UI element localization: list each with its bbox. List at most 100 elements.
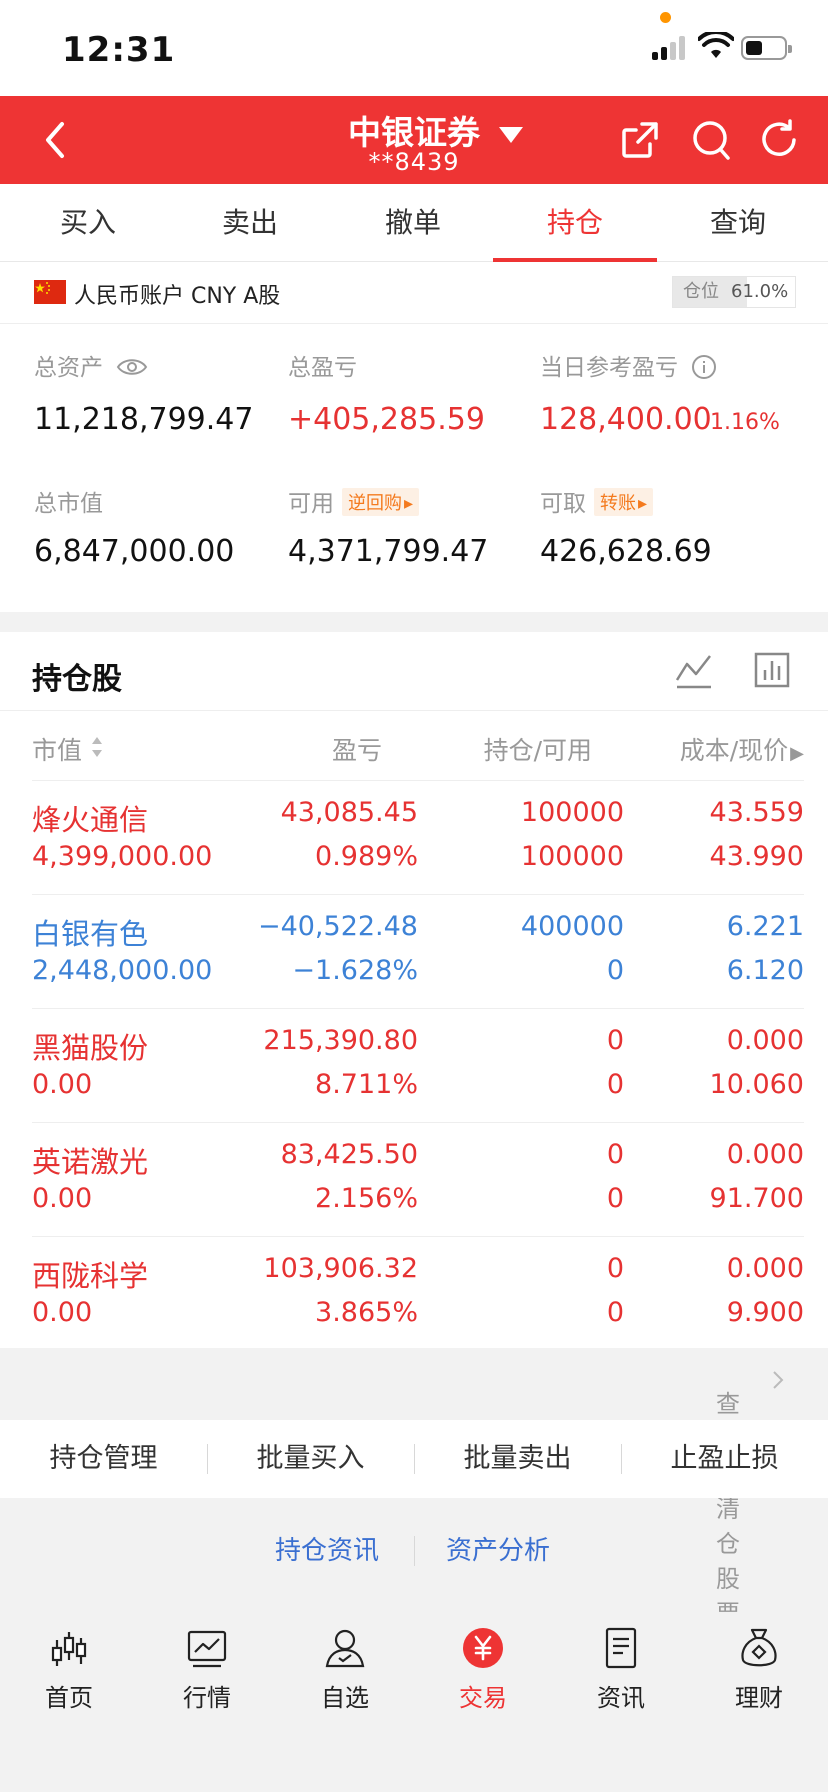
account-row[interactable]: 人民币账户 CNY A股 仓位 61.0% xyxy=(0,262,828,324)
stock-cost: 0.000 xyxy=(726,1025,804,1056)
position-actions: 持仓管理 批量买入 批量卖出 止盈止损 xyxy=(0,1420,828,1498)
table-row[interactable]: 西陇科学 0.00 103,906.32 3.865% 0 0 0.000 9.900 xyxy=(32,1236,804,1350)
share-icon[interactable] xyxy=(620,120,660,160)
stock-position: 100000 xyxy=(520,797,624,828)
tab-buy[interactable]: 买入 xyxy=(6,184,170,262)
chevron-right-icon: ▶ xyxy=(790,743,804,764)
stock-market-value: 0.00 xyxy=(32,1183,93,1214)
chevron-right-icon xyxy=(773,1371,784,1389)
tab-positions[interactable]: 持仓 xyxy=(493,184,657,262)
stock-pnl: 215,390.80 xyxy=(263,1025,418,1056)
stock-pnl: 43,085.45 xyxy=(280,797,418,828)
stock-available: 100000 xyxy=(520,841,624,872)
position-ratio-badge: 仓位 61.0% xyxy=(672,276,796,308)
available-label: 可用 逆回购 xyxy=(288,484,420,518)
stock-market-value: 0.00 xyxy=(32,1297,93,1328)
china-flag-icon xyxy=(34,280,66,304)
stock-price: 6.120 xyxy=(726,955,804,986)
account-number[interactable]: **8439 xyxy=(330,148,498,176)
stock-cost: 0.000 xyxy=(726,1253,804,1284)
total-pnl-label: 总盈亏 xyxy=(288,355,357,381)
nav-wealth[interactable]: 理财 xyxy=(690,1626,828,1726)
available-value: 4,371,799.47 xyxy=(288,534,489,569)
daily-pnl-value: 128,400.00 xyxy=(540,402,712,437)
refresh-icon[interactable] xyxy=(758,118,800,162)
transfer-pill[interactable]: 转账 xyxy=(594,488,654,516)
total-assets-value: 11,218,799.47 xyxy=(34,402,254,437)
stock-cost: 43.559 xyxy=(709,797,804,828)
app-header: 中银证券 **8439 xyxy=(0,96,828,184)
holdings-header: 市值 盈亏 持仓/可用 成本/现价 ▶ xyxy=(0,710,828,780)
reverse-repo-pill[interactable]: 逆回购 xyxy=(342,488,420,516)
line-chart-icon[interactable] xyxy=(674,650,714,690)
wifi-icon xyxy=(698,32,734,58)
stock-price: 9.900 xyxy=(726,1297,804,1328)
search-icon[interactable] xyxy=(690,118,732,162)
stock-position: 0 xyxy=(606,1025,624,1056)
stock-available: 0 xyxy=(606,1183,624,1214)
stock-name: 英诺激光 xyxy=(32,1145,149,1179)
account-type-label: 人民币账户 CNY A股 xyxy=(74,284,281,309)
table-row[interactable]: 烽火通信 4,399,000.00 43,085.45 0.989% 100000 100… xyxy=(32,780,804,894)
broker-name[interactable]: 中银证券 xyxy=(330,106,498,154)
sort-icon[interactable] xyxy=(90,735,104,759)
market-value-value: 6,847,000.00 xyxy=(34,534,235,569)
tab-sell[interactable]: 卖出 xyxy=(168,184,332,262)
stock-price: 91.700 xyxy=(709,1183,804,1214)
withdrawable-value: 426,628.69 xyxy=(540,534,712,569)
tab-cancel-order[interactable]: 撤单 xyxy=(331,184,495,262)
candlestick-icon xyxy=(51,1632,87,1666)
bottom-nav: 首页 行情 自选 交易 资讯 理财 xyxy=(0,1612,828,1792)
table-row[interactable]: 黑猫股份 0.00 215,390.80 8.711% 0 0 0.000 10.060 xyxy=(32,1008,804,1122)
header-pnl: 盈亏 xyxy=(331,736,382,765)
stock-market-value: 4,399,000.00 xyxy=(32,841,213,872)
position-news-link[interactable]: 持仓资讯 xyxy=(275,1530,379,1567)
stock-pnl: 83,425.50 xyxy=(280,1139,418,1170)
holdings-section: 持仓股 市值 盈亏 持仓/可用 成本/现价 ▶ 烽火通信 4,399,000.00 4… xyxy=(0,632,828,1348)
table-row[interactable]: 白银有色 2,448,000.00 −40,522.48 −1.628% 400000 0… xyxy=(32,894,804,1008)
asset-analysis-link[interactable]: 资产分析 xyxy=(446,1530,550,1567)
tab-query[interactable]: 查询 xyxy=(656,184,820,262)
table-row[interactable]: 英诺激光 0.00 83,425.50 2.156% 0 0 0.000 91.700 xyxy=(32,1122,804,1236)
header-position-available: 持仓/可用 xyxy=(483,736,592,765)
batch-sell-button[interactable]: 批量卖出 xyxy=(414,1420,621,1498)
stock-cost: 0.000 xyxy=(726,1139,804,1170)
back-icon[interactable] xyxy=(38,116,74,164)
stock-available: 0 xyxy=(606,1297,624,1328)
header-cost-price[interactable]: 成本/现价 ▶ xyxy=(620,731,804,767)
position-label: 仓位 xyxy=(683,281,719,302)
nav-market[interactable]: 行情 xyxy=(138,1626,276,1726)
total-pnl-value: +405,285.59 xyxy=(288,402,485,437)
stock-pnl-pct: −1.628% xyxy=(292,955,418,986)
stock-cost: 6.221 xyxy=(726,911,804,942)
status-bar: 12:31 xyxy=(0,0,828,96)
withdrawable-label: 可取 转账 xyxy=(540,484,654,518)
stock-price: 43.990 xyxy=(709,841,804,872)
batch-buy-button[interactable]: 批量买入 xyxy=(207,1420,414,1498)
status-time: 12:31 xyxy=(62,30,176,70)
holdings-title: 持仓股 xyxy=(32,662,122,697)
nav-news[interactable]: 资讯 xyxy=(552,1626,690,1726)
privacy-indicator-dot xyxy=(660,12,671,23)
cellular-signal-icon xyxy=(652,36,688,60)
nav-trade[interactable]: 交易 xyxy=(414,1626,552,1726)
account-summary: 人民币账户 CNY A股 仓位 61.0% 总资产 11,218,799.47 … xyxy=(0,262,828,612)
total-assets-label: 总资产 xyxy=(34,348,148,382)
nav-home[interactable]: 首页 xyxy=(0,1626,138,1726)
info-icon[interactable] xyxy=(691,354,717,380)
bar-chart-icon[interactable] xyxy=(752,650,792,690)
stock-position: 400000 xyxy=(520,911,624,942)
stock-pnl-pct: 8.711% xyxy=(315,1069,418,1100)
stop-profit-loss-button[interactable]: 止盈止损 xyxy=(621,1420,828,1498)
nav-watchlist[interactable]: 自选 xyxy=(276,1626,414,1726)
stock-pnl: −40,522.48 xyxy=(257,911,418,942)
eye-icon[interactable] xyxy=(116,357,148,377)
divider xyxy=(414,1536,415,1566)
dropdown-caret-icon[interactable] xyxy=(498,126,524,144)
cleared-stocks-link[interactable]: 查看已清仓股票 xyxy=(0,1348,828,1628)
header-market-value[interactable]: 市值 xyxy=(32,731,82,767)
stock-position: 0 xyxy=(606,1253,624,1284)
stock-name: 白银有色 xyxy=(32,917,149,951)
stock-available: 0 xyxy=(606,1069,624,1100)
manage-positions-button[interactable]: 持仓管理 xyxy=(0,1420,207,1498)
